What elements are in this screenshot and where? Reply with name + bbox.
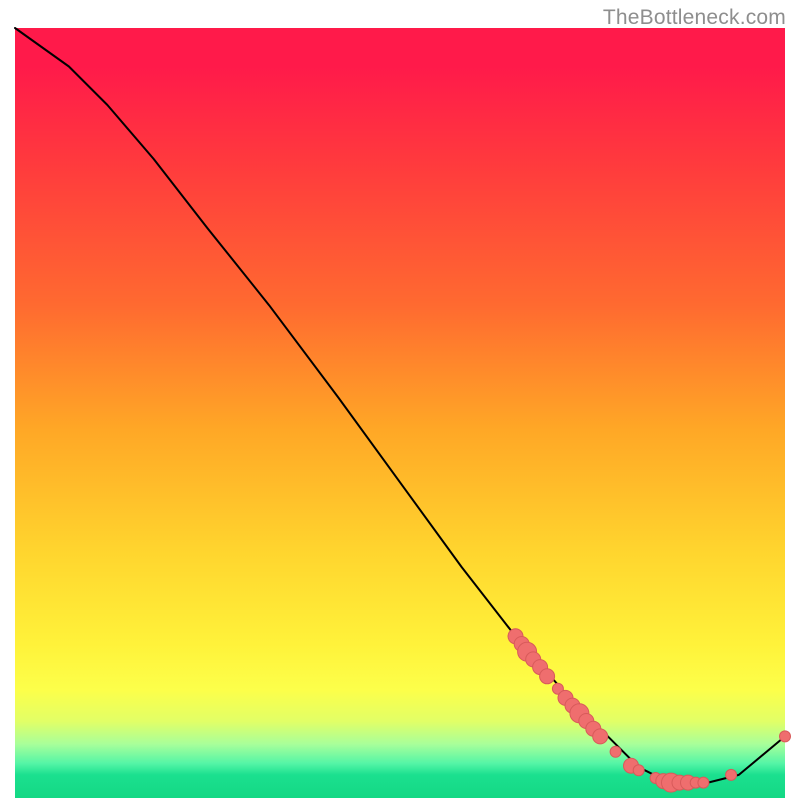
data-point	[540, 669, 555, 684]
watermark-text: TheBottleneck.com	[603, 6, 786, 30]
chart-overlay-svg	[15, 28, 785, 798]
data-point	[780, 731, 791, 742]
bottleneck-curve	[15, 28, 785, 783]
data-point	[610, 746, 621, 757]
data-point	[633, 765, 644, 776]
data-point	[698, 777, 709, 788]
data-point	[726, 769, 737, 780]
chart-stage: TheBottleneck.com	[0, 0, 800, 800]
data-point	[593, 729, 608, 744]
